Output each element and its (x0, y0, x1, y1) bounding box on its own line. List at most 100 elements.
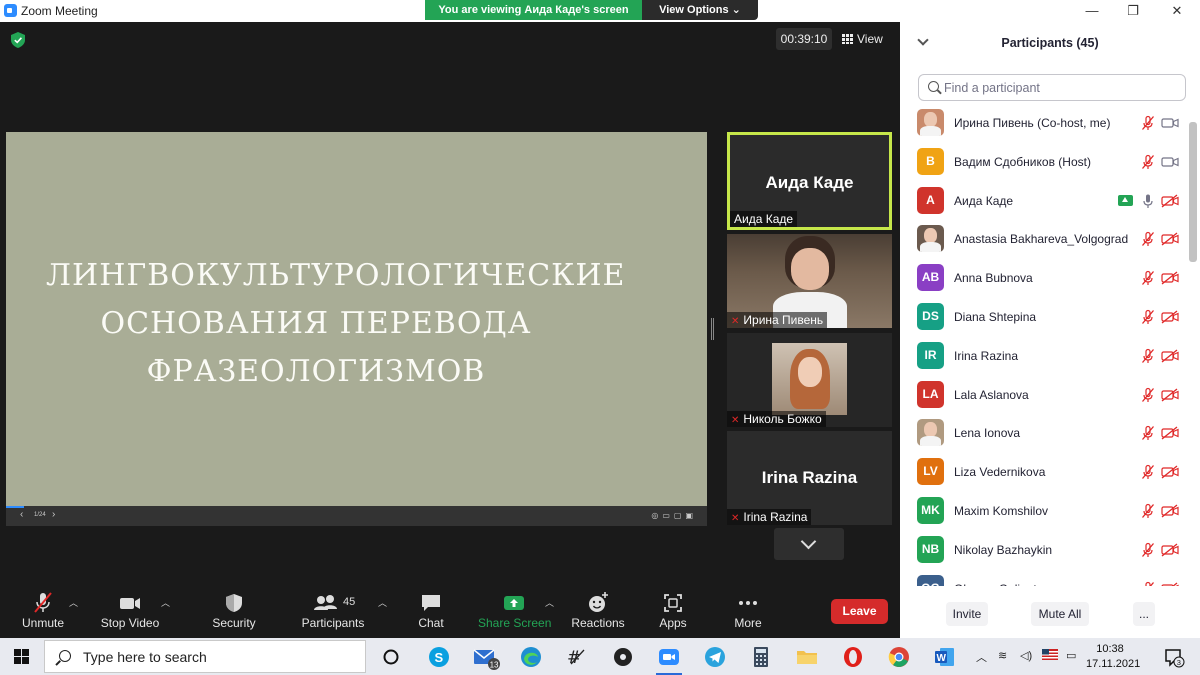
chat-button[interactable]: Chat (412, 590, 450, 636)
unmute-button[interactable]: Unmute (14, 590, 72, 636)
video-tile-irina-razina[interactable]: Irina Razina ✕ Irina Razina (727, 431, 892, 525)
video-off-icon[interactable] (1161, 543, 1179, 557)
next-slide-icon[interactable]: › (52, 509, 55, 520)
share-screen-button[interactable]: Share Screen (478, 590, 551, 636)
reactions-button[interactable]: Reactions (570, 590, 626, 636)
video-camera-icon[interactable] (1161, 155, 1179, 169)
mic-muted-icon[interactable] (1140, 348, 1156, 364)
mic-muted-icon[interactable] (1140, 115, 1156, 131)
tray-expand-icon[interactable]: ︿ (976, 649, 987, 665)
video-off-icon[interactable] (1161, 426, 1179, 440)
view-options-button[interactable]: View Options ⌄ (642, 0, 758, 20)
mic-muted-icon[interactable] (1140, 231, 1156, 247)
zoom-icon[interactable] (654, 642, 684, 675)
video-off-icon[interactable] (1161, 388, 1179, 402)
participant-row[interactable]: MK Maxim Komshilov (900, 492, 1186, 531)
restore-button[interactable]: ❐ (1124, 2, 1142, 20)
participant-row[interactable]: В Вадим Сдобников (Host) (900, 143, 1186, 182)
mic-muted-icon[interactable] (1140, 270, 1156, 286)
video-off-icon[interactable] (1161, 232, 1179, 246)
language-flag-icon[interactable] (1042, 649, 1058, 663)
video-off-icon[interactable] (1161, 349, 1179, 363)
view-layout-button[interactable]: View (842, 28, 892, 50)
telegram-icon[interactable] (700, 642, 730, 672)
file-explorer-icon[interactable] (792, 642, 822, 672)
panel-more-button[interactable]: ... (1133, 602, 1155, 626)
video-off-icon[interactable] (1161, 310, 1179, 324)
mic-muted-icon[interactable] (1140, 387, 1156, 403)
wifi-icon[interactable]: ≋ (998, 649, 1007, 662)
skype-icon[interactable]: S (424, 642, 454, 672)
volume-icon[interactable]: ◁) (1020, 649, 1032, 662)
gallery-scroll-down-button[interactable] (774, 528, 844, 560)
mic-muted-icon[interactable] (1140, 542, 1156, 558)
encryption-shield-icon[interactable] (11, 32, 25, 48)
video-off-icon[interactable] (1161, 465, 1179, 479)
mail-icon[interactable]: 13 (470, 642, 500, 672)
avatar: NB (917, 535, 944, 563)
prev-slide-icon[interactable]: ‹ (20, 509, 23, 520)
share-options-caret-icon[interactable]: ︿ (545, 596, 554, 609)
handwriting-app-icon[interactable]: # (562, 642, 592, 672)
invite-button[interactable]: Invite (946, 602, 988, 626)
participants-caret-icon[interactable]: ︿ (378, 596, 387, 609)
mic-muted-icon[interactable] (1140, 154, 1156, 170)
tile-name-text: Ирина Пивень (743, 313, 824, 327)
participant-row[interactable]: Lena Ionova (900, 414, 1186, 453)
mic-muted-icon[interactable] (1140, 581, 1156, 586)
taskbar-clock[interactable]: 10:38 17.11.2021 (1086, 642, 1140, 672)
system-tray-icon[interactable]: ▭ (1066, 649, 1076, 662)
stop-video-button[interactable]: Stop Video (98, 590, 162, 636)
cortana-icon[interactable] (376, 642, 406, 672)
word-icon[interactable]: W (930, 642, 960, 672)
participant-row[interactable]: DS Diana Shtepina (900, 298, 1186, 337)
leave-button[interactable]: Leave (831, 599, 888, 624)
participant-row[interactable]: OG Oksana Golinets (900, 570, 1186, 586)
taskbar-search-input[interactable] (83, 647, 353, 667)
avatar: AB (917, 264, 944, 292)
screen-sharing-icon (1118, 194, 1133, 206)
participant-row[interactable]: Anastasia Bakhareva_Volgograd (900, 220, 1186, 259)
participants-panel-title: Participants (45) (1001, 36, 1099, 50)
edge-icon[interactable] (516, 642, 546, 672)
participant-row[interactable]: Ирина Пивень (Co-host, me) (900, 104, 1186, 143)
participant-row[interactable]: LA Lala Aslanova (900, 376, 1186, 415)
opera-icon[interactable] (838, 642, 868, 672)
video-off-icon[interactable] (1161, 504, 1179, 518)
participant-search-input[interactable] (944, 78, 1179, 98)
participant-row[interactable]: LV Liza Vedernikova (900, 453, 1186, 492)
video-options-caret-icon[interactable]: ︿ (161, 596, 170, 609)
panel-resize-handle[interactable] (711, 318, 714, 340)
mic-muted-icon[interactable] (1140, 425, 1156, 441)
video-tile-irina-piven[interactable]: ✕ Ирина Пивень (727, 234, 892, 328)
more-button[interactable]: More (730, 590, 766, 636)
mic-muted-icon[interactable] (1140, 464, 1156, 480)
participant-row[interactable]: NB Nikolay Bazhaykin (900, 531, 1186, 570)
video-off-icon[interactable] (1161, 271, 1179, 285)
notifications-icon[interactable]: 3 (1158, 642, 1188, 672)
mic-icon[interactable] (1140, 193, 1156, 209)
participant-row[interactable]: А Аида Каде (900, 182, 1186, 221)
video-tile-nikol-bozhko[interactable]: ✕ Николь Божко (727, 333, 892, 427)
participant-list-scroll-thumb[interactable] (1189, 122, 1197, 262)
mic-muted-icon[interactable] (1140, 309, 1156, 325)
participants-button[interactable]: 45 Participants (298, 590, 368, 636)
media-icon[interactable] (608, 642, 638, 672)
mic-muted-icon[interactable] (1140, 503, 1156, 519)
participant-row[interactable]: IR Irina Razina (900, 337, 1186, 376)
video-tile-aida-kade[interactable]: Аида Каде Аида Каде (727, 132, 892, 230)
video-off-icon[interactable] (1161, 582, 1179, 586)
video-off-icon[interactable] (1161, 194, 1179, 208)
close-button[interactable]: ✕ (1168, 2, 1186, 20)
video-camera-icon[interactable] (1161, 116, 1179, 130)
audio-options-caret-icon[interactable]: ︿ (69, 596, 78, 609)
mute-all-button[interactable]: Mute All (1031, 602, 1089, 626)
security-button[interactable]: Security (210, 590, 258, 636)
windows-start-icon[interactable] (14, 649, 30, 665)
slide-tools-icons[interactable]: ◎▭▢▣ (651, 511, 697, 520)
apps-button[interactable]: Apps (655, 590, 691, 636)
chrome-icon[interactable] (884, 642, 914, 672)
calculator-icon[interactable] (746, 642, 776, 672)
minimize-button[interactable]: — (1083, 2, 1101, 20)
participant-row[interactable]: AB Anna Bubnova (900, 259, 1186, 298)
